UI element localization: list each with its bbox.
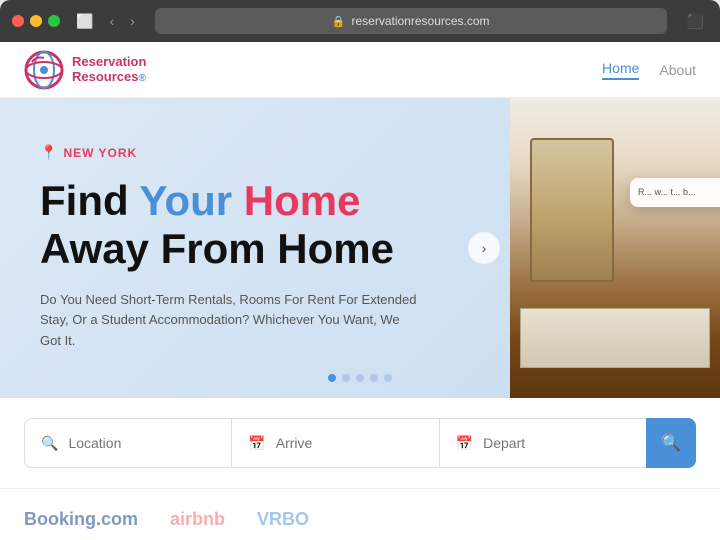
depart-input[interactable]: [483, 435, 630, 451]
bed-frame: [520, 308, 710, 368]
hero-title-home: Home: [244, 177, 361, 224]
room-photo: R... w... t... b...: [510, 98, 720, 398]
nav-links: Home About: [602, 60, 696, 80]
traffic-light-green[interactable]: [48, 15, 60, 27]
nav-link-about[interactable]: About: [659, 62, 696, 78]
carousel-dot-1[interactable]: [328, 374, 336, 382]
carousel-dot-3[interactable]: [356, 374, 364, 382]
arrive-calendar-icon: 📅: [248, 435, 265, 452]
hero-subtitle: Do You Need Short-Term Rentals, Rooms Fo…: [40, 290, 420, 352]
carousel-dot-5[interactable]: [384, 374, 392, 382]
url-text: reservationresources.com: [351, 14, 489, 28]
partner-booking: Booking.com: [24, 509, 138, 530]
sidebar-toggle-button[interactable]: ⬜: [72, 9, 97, 34]
traffic-light-yellow[interactable]: [30, 15, 42, 27]
lock-icon: 🔒: [332, 15, 346, 28]
arrive-input[interactable]: [276, 435, 423, 451]
hero-title-space: [232, 177, 244, 224]
carousel-next-button[interactable]: ›: [468, 232, 500, 264]
hero-content: 📍 NEW YORK Find Your Home Away From Home…: [0, 98, 510, 398]
logo-text: Reservation Resources®: [72, 54, 146, 86]
hero-image-area: R... w... t... b...: [510, 98, 720, 398]
hero-title-find: Find: [40, 177, 140, 224]
location-search-icon: 🔍: [41, 435, 58, 452]
traffic-light-red[interactable]: [12, 15, 24, 27]
carousel-dot-4[interactable]: [370, 374, 378, 382]
location-text: NEW YORK: [63, 146, 137, 160]
overlay-card: R... w... t... b...: [630, 178, 720, 207]
partners-section: Booking.com airbnb VRBO: [0, 489, 720, 540]
hero-section: 📍 NEW YORK Find Your Home Away From Home…: [0, 98, 720, 398]
partner-airbnb: airbnb: [170, 509, 225, 530]
extensions-button[interactable]: ⬛: [683, 9, 708, 34]
depart-calendar-icon: 📅: [456, 435, 473, 452]
hero-title-line2: Away From Home: [40, 225, 394, 272]
depart-field[interactable]: 📅: [440, 418, 647, 468]
forward-button[interactable]: ›: [126, 9, 139, 33]
hero-title: Find Your Home Away From Home: [40, 177, 470, 274]
logo[interactable]: Reservation Resources®: [24, 50, 146, 90]
logo-icon: [24, 50, 64, 90]
browser-actions: ⬛: [683, 9, 708, 34]
website-content: Reservation Resources® Home About 📍 NEW …: [0, 42, 720, 540]
partner-vrbo: VRBO: [257, 509, 309, 530]
search-submit-icon: 🔍: [661, 433, 681, 453]
carousel-dot-2[interactable]: [342, 374, 350, 382]
pin-icon: 📍: [40, 144, 57, 161]
carousel-dots: [328, 374, 392, 382]
arrive-field[interactable]: 📅: [232, 418, 439, 468]
nav-link-home[interactable]: Home: [602, 60, 639, 80]
overlay-text: R... w... t... b...: [638, 186, 720, 199]
search-button[interactable]: 🔍: [646, 418, 696, 468]
location-badge: 📍 NEW YORK: [40, 144, 470, 161]
location-field[interactable]: 🔍: [24, 418, 232, 468]
search-bar: 🔍 📅 📅 🔍: [0, 398, 720, 489]
navigation: Reservation Resources® Home About: [0, 42, 720, 98]
location-input[interactable]: [68, 435, 215, 451]
back-button[interactable]: ‹: [105, 9, 118, 33]
browser-chrome: ⬜ ‹ › 🔒 reservationresources.com ⬛: [0, 0, 720, 42]
traffic-lights: [12, 15, 60, 27]
hero-title-your: Your: [140, 177, 233, 224]
address-bar[interactable]: 🔒 reservationresources.com: [155, 8, 667, 34]
